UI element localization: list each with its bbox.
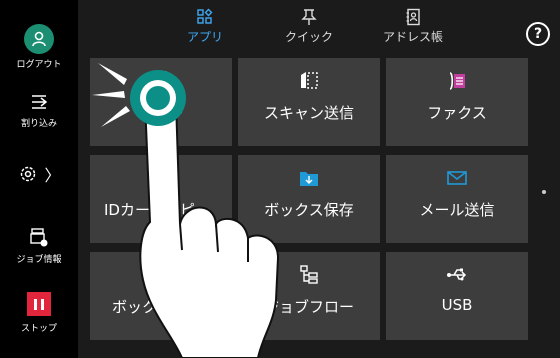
tile-box-save[interactable]: ボックス保存 <box>238 155 380 243</box>
tile-box-operation-label: ボックス操作 <box>112 298 202 316</box>
grid-icon <box>160 8 250 28</box>
scan-icon <box>238 70 380 92</box>
settings-arrow-icon: 〉 <box>44 166 61 185</box>
address-book-icon <box>368 8 458 28</box>
job-info-button[interactable]: ジョブ情報 <box>0 226 78 265</box>
logout-button[interactable]: ログアウト <box>0 24 78 70</box>
tile-usb[interactable]: USB <box>386 252 528 340</box>
tab-address-book[interactable]: アドレス帳 <box>368 8 458 45</box>
tab-apps-label: アプリ <box>186 30 223 44</box>
usb-icon <box>386 264 528 286</box>
settings-button[interactable]: 〉 <box>0 162 78 186</box>
tile-job-flow[interactable]: ジョブフロー <box>238 252 380 340</box>
tile-scan-send[interactable]: スキャン送信 <box>238 58 380 146</box>
job-info-label: ジョブ情報 <box>16 255 62 265</box>
copy-icon <box>90 70 232 92</box>
interrupt-button[interactable]: 割り込み <box>0 92 78 129</box>
stop-button[interactable]: ストップ <box>0 292 78 334</box>
tile-box-save-label: ボックス保存 <box>264 201 354 219</box>
interrupt-label: 割り込み <box>20 119 57 129</box>
tab-quick[interactable]: クイック <box>264 8 354 45</box>
sidebar: ログアウト 割り込み 〉 ジョブ情報 ストップ <box>0 0 78 358</box>
job-flow-icon <box>238 264 380 286</box>
tile-box-operation[interactable]: ボックス操作 <box>90 252 232 340</box>
tab-apps[interactable]: アプリ <box>160 8 250 45</box>
id-card-icon <box>90 167 232 189</box>
page-indicator-dot <box>542 190 546 194</box>
tile-copy-label: コピー <box>138 104 184 122</box>
stop-label: ストップ <box>20 324 57 334</box>
printer-job-icon <box>30 228 48 247</box>
logout-label: ログアウト <box>16 60 62 70</box>
tile-scan-send-label: スキャン送信 <box>263 104 354 122</box>
tile-mail-send[interactable]: メール送信 <box>386 155 528 243</box>
help-button[interactable]: ? <box>526 22 550 46</box>
tile-id-card-copy[interactable]: IDカードコピー <box>90 155 232 243</box>
stop-icon <box>27 292 51 316</box>
tile-mail-send-label: メール送信 <box>419 201 495 219</box>
tile-fax[interactable]: ファクス <box>386 58 528 146</box>
gear-icon <box>21 166 36 182</box>
interrupt-icon <box>32 95 48 109</box>
tile-id-card-copy-label: IDカードコピー <box>104 201 210 219</box>
tab-address-book-label: アドレス帳 <box>382 30 443 44</box>
tile-fax-label: ファクス <box>427 104 487 122</box>
tile-usb-label: USB <box>441 296 473 314</box>
box-save-icon <box>238 167 380 189</box>
tile-job-flow-label: ジョブフロー <box>263 298 354 316</box>
tab-quick-label: クイック <box>284 30 333 44</box>
tile-copy[interactable]: コピー <box>90 58 232 146</box>
pin-icon <box>264 8 354 28</box>
fax-icon <box>386 70 528 92</box>
box-icon <box>90 264 232 286</box>
mail-icon <box>386 167 528 189</box>
user-icon <box>24 24 54 54</box>
